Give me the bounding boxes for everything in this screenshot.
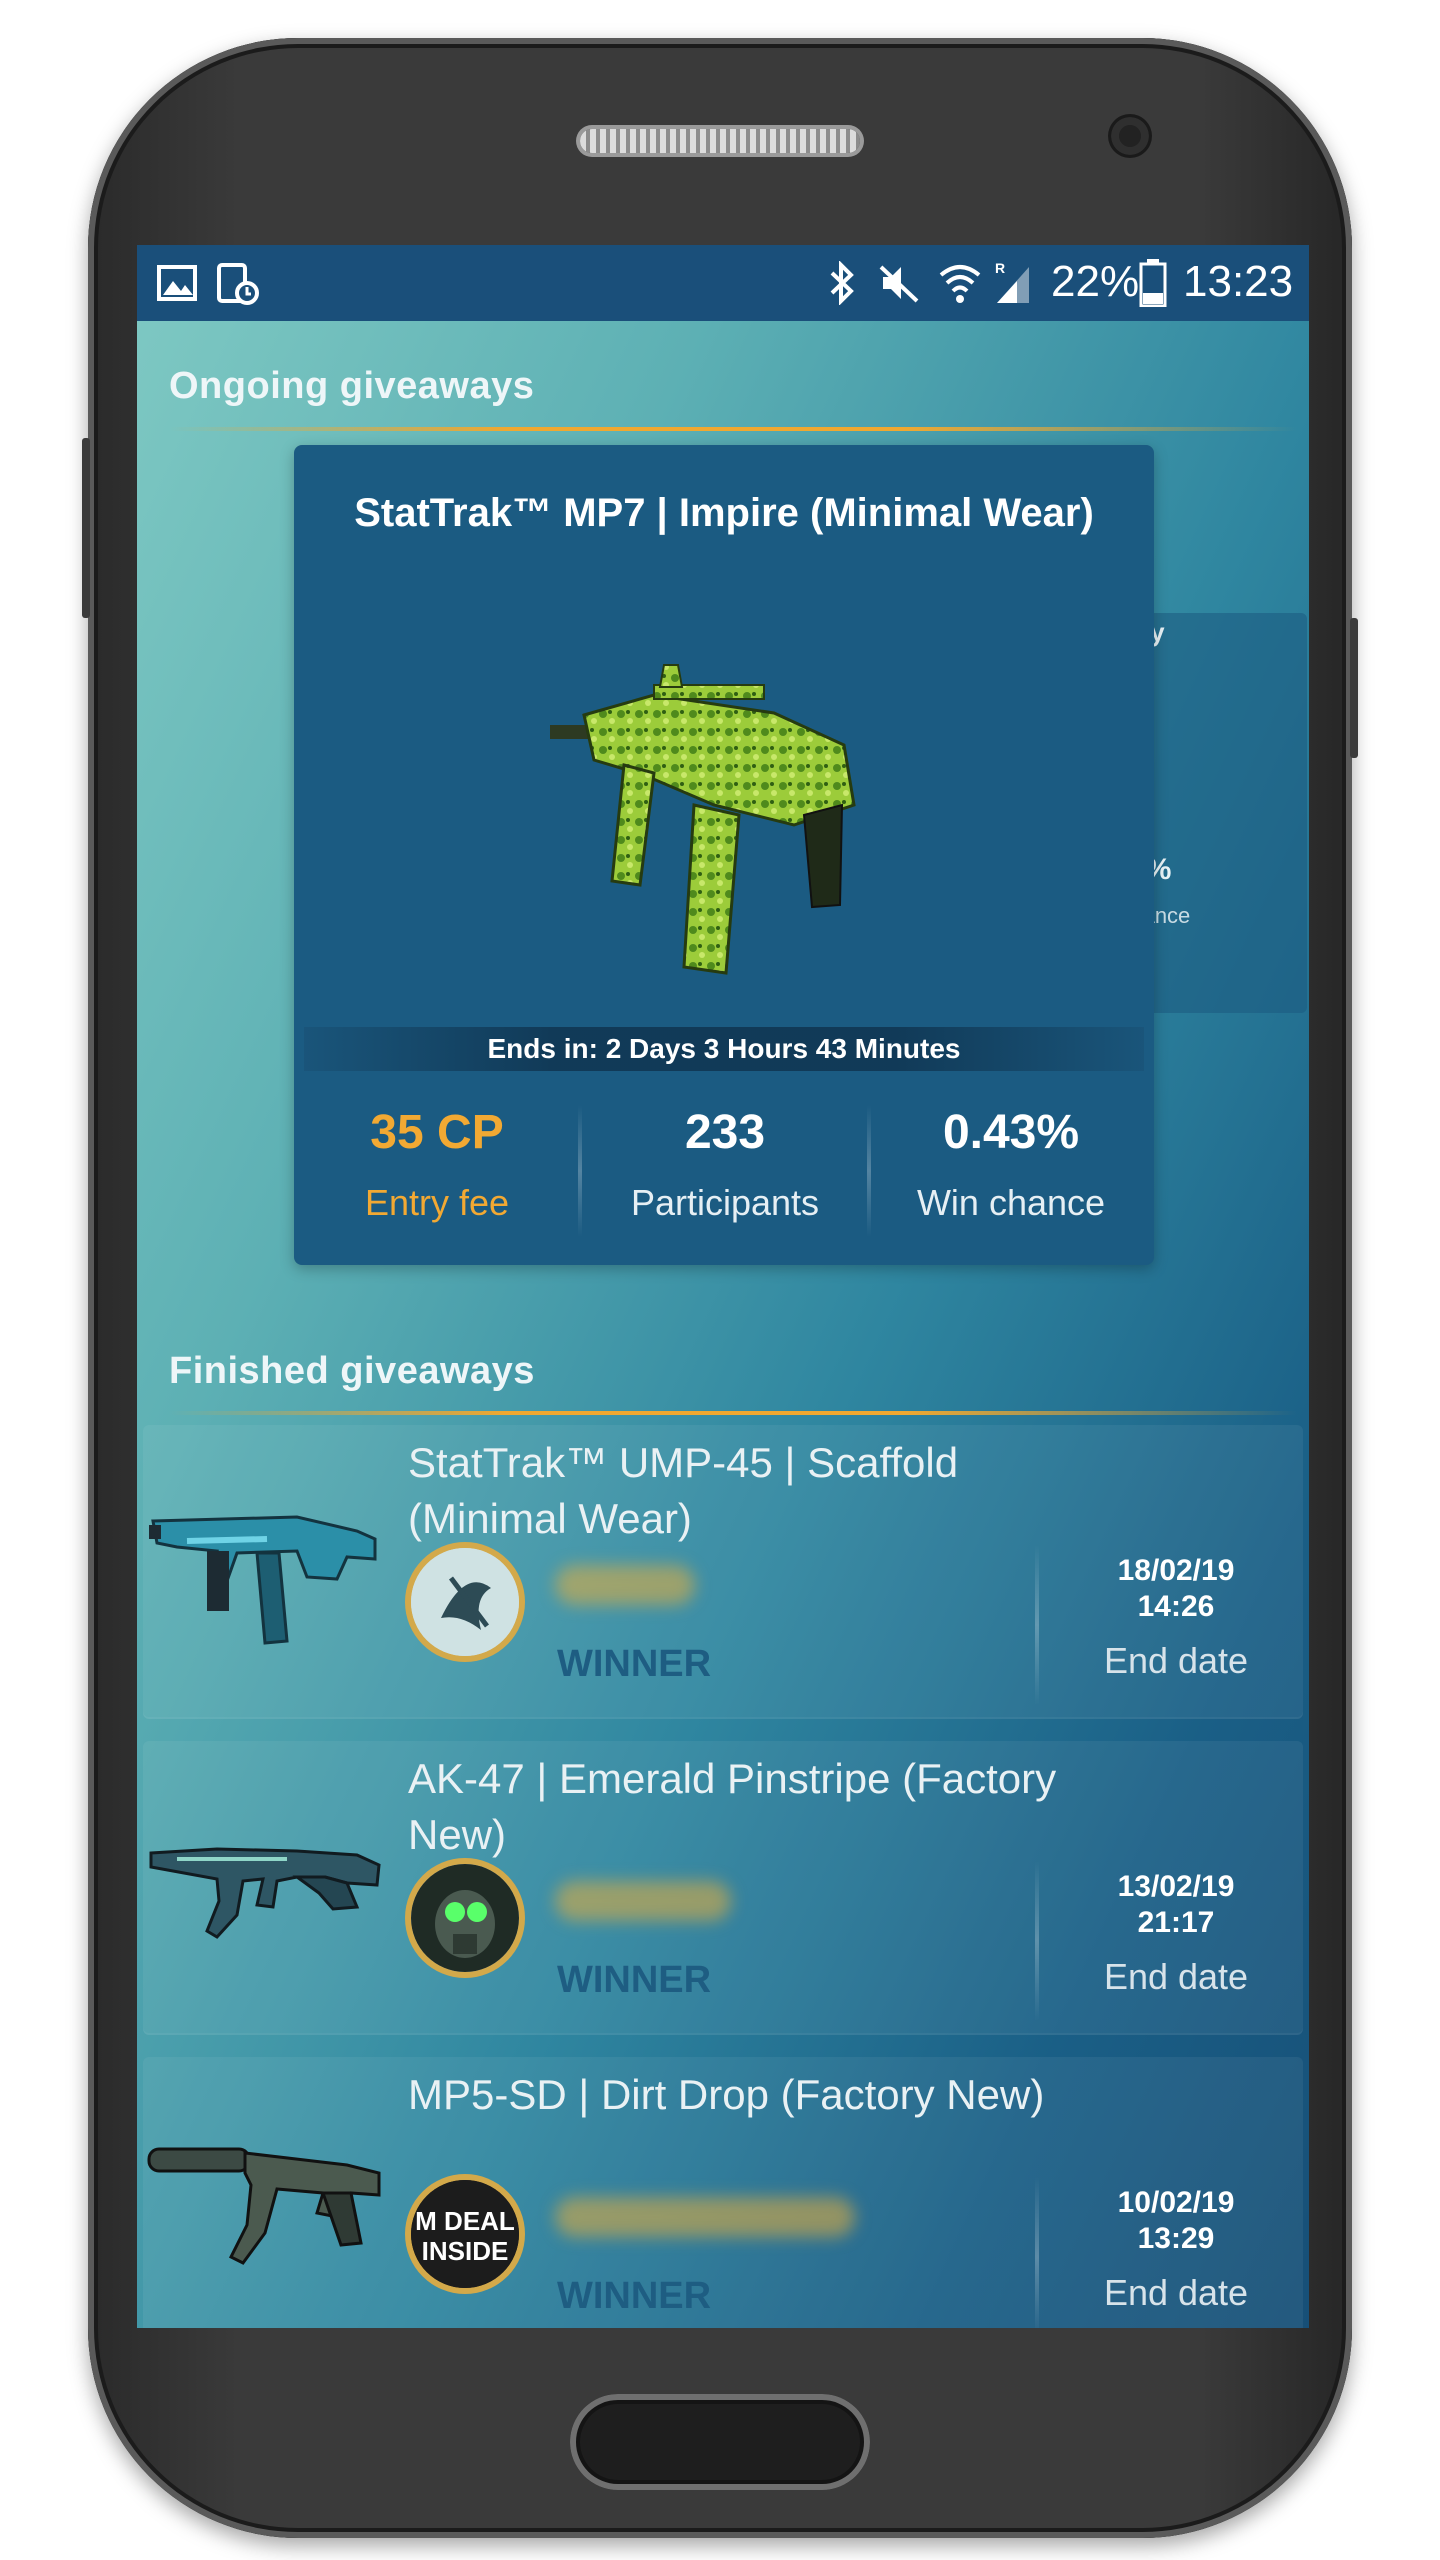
end-date-day: 18/02/19 <box>1117 1554 1235 1587</box>
battery-percent: 22% <box>1051 257 1140 306</box>
end-date-label: End date <box>1103 2272 1249 2313</box>
ongoing-divider <box>169 427 1297 431</box>
end-date-value: 10/02/19 13:29 <box>1063 2185 1289 2257</box>
winner-label: WINNER <box>557 1643 712 1685</box>
finished-divider <box>169 1411 1297 1415</box>
end-date-value: 13/02/19 21:17 <box>1063 1869 1289 1941</box>
earpiece-speaker <box>580 129 860 153</box>
home-button[interactable] <box>570 2394 870 2490</box>
winner-name-blurred <box>555 2197 855 2237</box>
app-screen: R 22% 13:23 Ongoing giveaways ctory .14%… <box>137 245 1309 2328</box>
ak47-weapon-image <box>149 1847 381 1939</box>
winner-avatar[interactable] <box>411 1548 519 1656</box>
svg-text:M DEAL: M DEAL <box>415 2206 515 2236</box>
winner-avatar[interactable] <box>411 1864 519 1972</box>
win-chance-stat: 0.43% Win chance <box>868 1085 1154 1255</box>
participants-stat: 233 Participants <box>582 1085 868 1255</box>
battery-icon <box>1139 259 1167 307</box>
entry-fee-value: 35 CP <box>370 1106 504 1159</box>
mp5sd-weapon-image <box>147 2147 381 2265</box>
participants-value: 233 <box>684 1106 766 1159</box>
end-date-time: 21:17 <box>1137 1906 1215 1939</box>
date-divider <box>1035 1861 1039 2021</box>
participants-label: Participants <box>630 1182 820 1223</box>
svg-text:INSIDE: INSIDE <box>422 2236 509 2266</box>
win-chance-label: Win chance <box>916 1182 1106 1223</box>
date-divider <box>1035 2177 1039 2328</box>
clock: 13:23 <box>1183 257 1294 306</box>
wifi-icon <box>939 265 981 303</box>
end-date-day: 13/02/19 <box>1117 1870 1235 1903</box>
date-divider <box>1035 1545 1039 1705</box>
finished-giveaway-row[interactable]: StatTrak™ UMP-45 | Scaffold (Minimal Wea… <box>143 1425 1303 1717</box>
gallery-notification-icon <box>157 265 197 301</box>
svg-text:R: R <box>995 260 1005 276</box>
bluetooth-icon <box>830 261 854 305</box>
mp7-weapon-image <box>550 664 856 975</box>
winner-avatar[interactable]: M DEAL INSIDE <box>411 2180 519 2288</box>
screen-record-icon <box>217 263 259 305</box>
winner-label: WINNER <box>557 1959 712 2001</box>
featured-item-title: StatTrak™ MP7 | Impire (Minimal Wear) <box>354 491 1094 535</box>
ends-in-countdown: Ends in: 2 Days 3 Hours 43 Minutes <box>304 1027 1144 1071</box>
winner-name-blurred <box>555 1565 695 1605</box>
finished-item-name: StatTrak™ UMP-45 | Scaffold (Minimal Wea… <box>408 1439 959 1542</box>
ump45-weapon-image <box>149 1515 377 1645</box>
end-date-label: End date <box>1103 1640 1249 1681</box>
finished-item-name: AK-47 | Emerald Pinstripe (Factory New) <box>408 1755 1057 1858</box>
winner-label: WINNER <box>557 2275 712 2317</box>
end-date-day: 10/02/19 <box>1117 2186 1235 2219</box>
ongoing-section-title: Ongoing giveaways <box>169 365 535 407</box>
volume-button <box>82 438 90 618</box>
mute-icon <box>879 265 919 303</box>
status-bar: R 22% 13:23 <box>137 245 1309 321</box>
end-date-value: 18/02/19 14:26 <box>1063 1553 1289 1625</box>
front-camera <box>1108 114 1152 158</box>
power-button <box>1350 618 1358 758</box>
end-date-time: 14:26 <box>1137 1590 1215 1623</box>
win-chance-value: 0.43% <box>942 1106 1080 1159</box>
entry-fee-label: Entry fee <box>364 1182 510 1223</box>
entry-fee-stat: 35 CP Entry fee <box>294 1085 580 1255</box>
finished-giveaway-row[interactable]: MP5-SD | Dirt Drop (Factory New) M DEAL … <box>143 2057 1303 2328</box>
signal-roaming-icon: R <box>995 260 1029 303</box>
winner-name-blurred <box>555 1881 731 1921</box>
finished-giveaway-row[interactable]: AK-47 | Emerald Pinstripe (Factory New) … <box>143 1741 1303 2033</box>
featured-giveaway-card[interactable]: StatTrak™ MP7 | Impire (Minimal Wear) En… <box>294 445 1154 1265</box>
end-date-time: 13:29 <box>1137 2222 1215 2255</box>
finished-item-name: MP5-SD | Dirt Drop (Factory New) <box>408 2071 1045 2118</box>
finished-section-title: Finished giveaways <box>169 1350 535 1392</box>
end-date-label: End date <box>1103 1956 1249 1997</box>
